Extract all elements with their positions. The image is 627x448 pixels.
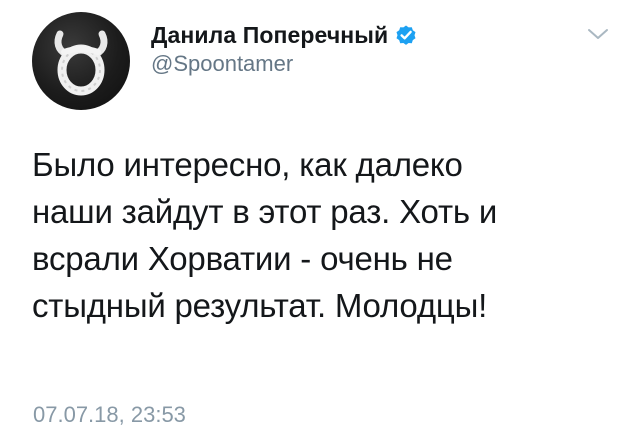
tweet-text-line: стыдный результат. Молодцы!	[32, 287, 488, 324]
author-display-name[interactable]: Данила Поперечный	[151, 22, 388, 49]
avatar-bull-logo-icon	[54, 30, 108, 96]
author-handle[interactable]: @Spoontamer	[151, 51, 293, 77]
avatar[interactable]	[32, 12, 130, 110]
author-name-row[interactable]: Данила Поперечный	[151, 18, 418, 52]
tweet-timestamp[interactable]: 07.07.18, 23:53	[33, 402, 186, 428]
verified-badge-icon	[394, 23, 418, 47]
tweet-text-line: Было интересно, как далеко	[32, 146, 463, 183]
tweet-text: Было интересно, как далеко наши зайдут в…	[32, 141, 622, 329]
tweet-text-line: всрали Хорватии - очень не	[32, 240, 453, 277]
tweet-text-line: наши зайдут в этот раз. Хоть и	[32, 193, 498, 230]
chevron-down-icon[interactable]	[586, 24, 610, 44]
tweet-card: Данила Поперечный @Spoontamer Было интер…	[0, 0, 627, 448]
